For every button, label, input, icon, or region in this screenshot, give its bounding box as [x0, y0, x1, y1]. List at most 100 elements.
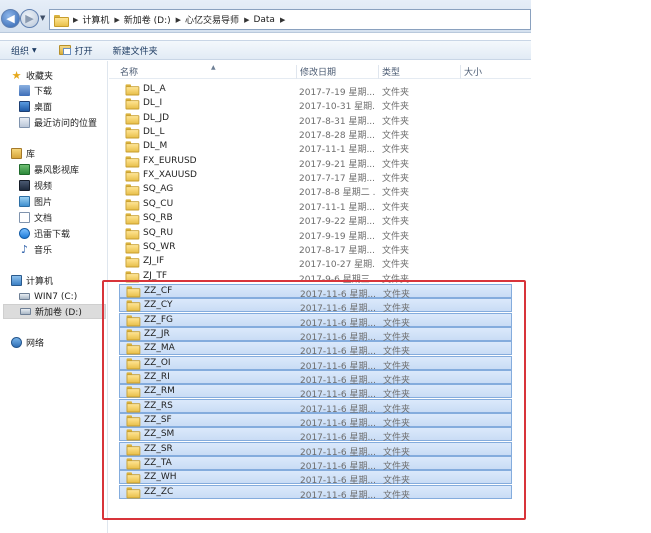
- explorer-window: ◀ ▶ ▼ ▶ 计算机 ▶ 新加卷 (D:) ▶ 心亿交易导师 ▶ Data ▶…: [0, 0, 531, 533]
- chevron-right-icon[interactable]: ▶: [244, 16, 249, 24]
- file-row[interactable]: ZZ_RM 2017-11-6 星期... 文件夹: [119, 384, 512, 400]
- column-type[interactable]: 类型: [378, 65, 460, 79]
- nav-libraries[interactable]: 库: [11, 146, 35, 161]
- file-row[interactable]: DL_L 2017-8-28 星期... 文件夹: [119, 126, 512, 141]
- folder-icon: [125, 170, 140, 182]
- column-date[interactable]: 修改日期: [296, 65, 378, 79]
- file-name-cell: SQ_WR: [125, 242, 175, 254]
- recent-pages-dropdown[interactable]: ▼: [40, 14, 45, 22]
- back-button[interactable]: ◀: [1, 9, 20, 28]
- file-row[interactable]: ZJ_IF 2017-10-27 星期... 文件夹: [119, 255, 512, 270]
- nav-computer[interactable]: 计算机: [11, 273, 53, 288]
- file-row[interactable]: DL_I 2017-10-31 星期... 文件夹: [119, 97, 512, 112]
- folder-icon: [54, 14, 69, 27]
- file-name: ZZ_FG: [144, 315, 173, 325]
- breadcrumb-computer[interactable]: 计算机: [82, 13, 109, 26]
- organize-button[interactable]: 组织 ▼: [11, 44, 37, 57]
- column-name[interactable]: 名称 ▲: [117, 64, 297, 79]
- nav-documents[interactable]: 文档: [19, 210, 52, 225]
- file-name: DL_JD: [143, 113, 170, 123]
- new-folder-label: 新建文件夹: [112, 46, 158, 57]
- file-row[interactable]: ZJ_TF 2017-9-6 星期三 ... 文件夹: [119, 270, 512, 285]
- file-name-cell: ZZ_SF: [126, 415, 172, 427]
- file-row[interactable]: SQ_RU 2017-9-19 星期... 文件夹: [119, 227, 512, 242]
- file-row[interactable]: ZZ_RS 2017-11-6 星期... 文件夹: [119, 399, 512, 415]
- breadcrumb-drive-d[interactable]: 新加卷 (D:): [124, 13, 171, 26]
- file-name-cell: DL_M: [125, 141, 167, 153]
- breadcrumb-folder[interactable]: 心亿交易导师: [185, 13, 239, 26]
- file-row[interactable]: DL_A 2017-7-19 星期... 文件夹: [119, 83, 512, 98]
- address-bar[interactable]: ▶ 计算机 ▶ 新加卷 (D:) ▶ 心亿交易导师 ▶ Data ▶: [49, 9, 531, 30]
- column-header-row: 名称 ▲ 修改日期 类型 大小: [109, 61, 531, 79]
- navigation-pane: ★ 收藏夹 下载 桌面 最近访问的位置 库 暴风影视库 视频 图片 文档 迅雷下…: [0, 61, 108, 533]
- nav-drive-c[interactable]: WIN7 (C:): [19, 289, 77, 304]
- network-icon: [11, 337, 22, 348]
- nav-thunder-downloads[interactable]: 迅雷下载: [19, 226, 70, 241]
- file-name-cell: ZZ_ZC: [126, 487, 173, 499]
- arrow-right-icon: ▶: [25, 12, 34, 25]
- organize-label: 组织: [11, 46, 30, 57]
- file-name-cell: ZJ_TF: [125, 271, 167, 283]
- nav-recent[interactable]: 最近访问的位置: [19, 115, 97, 130]
- file-row[interactable]: ZZ_CY 2017-11-6 星期... 文件夹: [119, 298, 512, 314]
- nav-downloads[interactable]: 下载: [19, 83, 52, 98]
- file-name: SQ_RU: [143, 228, 174, 238]
- nav-music[interactable]: ♪ 音乐: [19, 242, 52, 257]
- file-row[interactable]: ZZ_WH 2017-11-6 星期... 文件夹: [119, 470, 512, 486]
- file-name-cell: ZZ_CY: [126, 300, 172, 312]
- file-name-cell: ZZ_CF: [126, 286, 172, 298]
- folder-icon: [125, 127, 140, 139]
- file-row[interactable]: ZZ_RI 2017-11-6 星期... 文件夹: [119, 370, 512, 386]
- open-folder-icon: [58, 45, 71, 55]
- file-date: 2017-10-27 星期...: [299, 260, 375, 270]
- chevron-right-icon[interactable]: ▶: [280, 16, 285, 24]
- breadcrumb-data[interactable]: Data: [253, 15, 275, 25]
- new-folder-button[interactable]: 新建文件夹: [113, 44, 158, 57]
- file-row[interactable]: SQ_AG 2017-8-8 星期二 ... 文件夹: [119, 183, 512, 198]
- nav-pictures[interactable]: 图片: [19, 194, 52, 209]
- file-row[interactable]: SQ_WR 2017-8-17 星期... 文件夹: [119, 241, 512, 256]
- file-name-cell: DL_I: [125, 98, 162, 110]
- file-name: ZZ_WH: [144, 472, 177, 482]
- file-row[interactable]: DL_JD 2017-8-31 星期... 文件夹: [119, 112, 512, 127]
- file-row[interactable]: ZZ_CF 2017-11-6 星期... 文件夹: [119, 284, 512, 300]
- folder-icon: [126, 415, 141, 427]
- folder-icon: [125, 242, 140, 254]
- nav-desktop[interactable]: 桌面: [19, 99, 52, 114]
- file-row[interactable]: DL_M 2017-11-1 星期... 文件夹: [119, 140, 512, 155]
- file-name-cell: ZZ_RM: [126, 386, 175, 398]
- chevron-right-icon[interactable]: ▶: [176, 16, 181, 24]
- nav-drive-d[interactable]: 新加卷 (D:): [3, 304, 106, 319]
- file-row[interactable]: ZZ_FG 2017-11-6 星期... 文件夹: [119, 313, 512, 329]
- pictures-icon: [19, 196, 30, 207]
- file-row[interactable]: ZZ_ZC 2017-11-6 星期... 文件夹: [119, 485, 512, 501]
- nav-network[interactable]: 网络: [11, 335, 44, 350]
- file-row[interactable]: ZZ_JR 2017-11-6 星期... 文件夹: [119, 327, 512, 343]
- file-name-cell: SQ_RB: [125, 213, 173, 225]
- file-row[interactable]: ZZ_MA 2017-11-6 星期... 文件夹: [119, 341, 512, 357]
- file-name: ZJ_IF: [143, 256, 165, 266]
- file-name: ZZ_RM: [144, 386, 175, 396]
- library-icon: [11, 148, 22, 159]
- forward-button[interactable]: ▶: [20, 9, 39, 28]
- chevron-right-icon[interactable]: ▶: [73, 16, 78, 24]
- file-row[interactable]: ZZ_SR 2017-11-6 星期... 文件夹: [119, 442, 512, 458]
- file-name-cell: DL_JD: [125, 113, 170, 125]
- file-row[interactable]: ZZ_TA 2017-11-6 星期... 文件夹: [119, 456, 512, 472]
- open-button[interactable]: 打开: [58, 44, 93, 57]
- file-row[interactable]: ZZ_OI 2017-11-6 星期... 文件夹: [119, 356, 512, 372]
- file-row[interactable]: SQ_CU 2017-11-1 星期... 文件夹: [119, 198, 512, 213]
- file-row[interactable]: ZZ_SF 2017-11-6 星期... 文件夹: [119, 413, 512, 429]
- nav-storm-video[interactable]: 暴风影视库: [19, 162, 79, 177]
- file-row[interactable]: FX_EURUSD 2017-9-21 星期... 文件夹: [119, 155, 512, 170]
- file-row[interactable]: FX_XAUUSD 2017-7-17 星期... 文件夹: [119, 169, 512, 184]
- nav-favorites[interactable]: ★ 收藏夹: [11, 68, 53, 83]
- chevron-right-icon[interactable]: ▶: [114, 16, 119, 24]
- nav-videos[interactable]: 视频: [19, 178, 52, 193]
- caret-down-icon: ▼: [32, 46, 37, 54]
- folder-icon: [125, 271, 140, 283]
- file-row[interactable]: SQ_RB 2017-9-22 星期... 文件夹: [119, 212, 512, 227]
- column-size[interactable]: 大小: [460, 65, 515, 79]
- file-row[interactable]: ZZ_SM 2017-11-6 星期... 文件夹: [119, 427, 512, 443]
- folder-icon: [125, 256, 140, 268]
